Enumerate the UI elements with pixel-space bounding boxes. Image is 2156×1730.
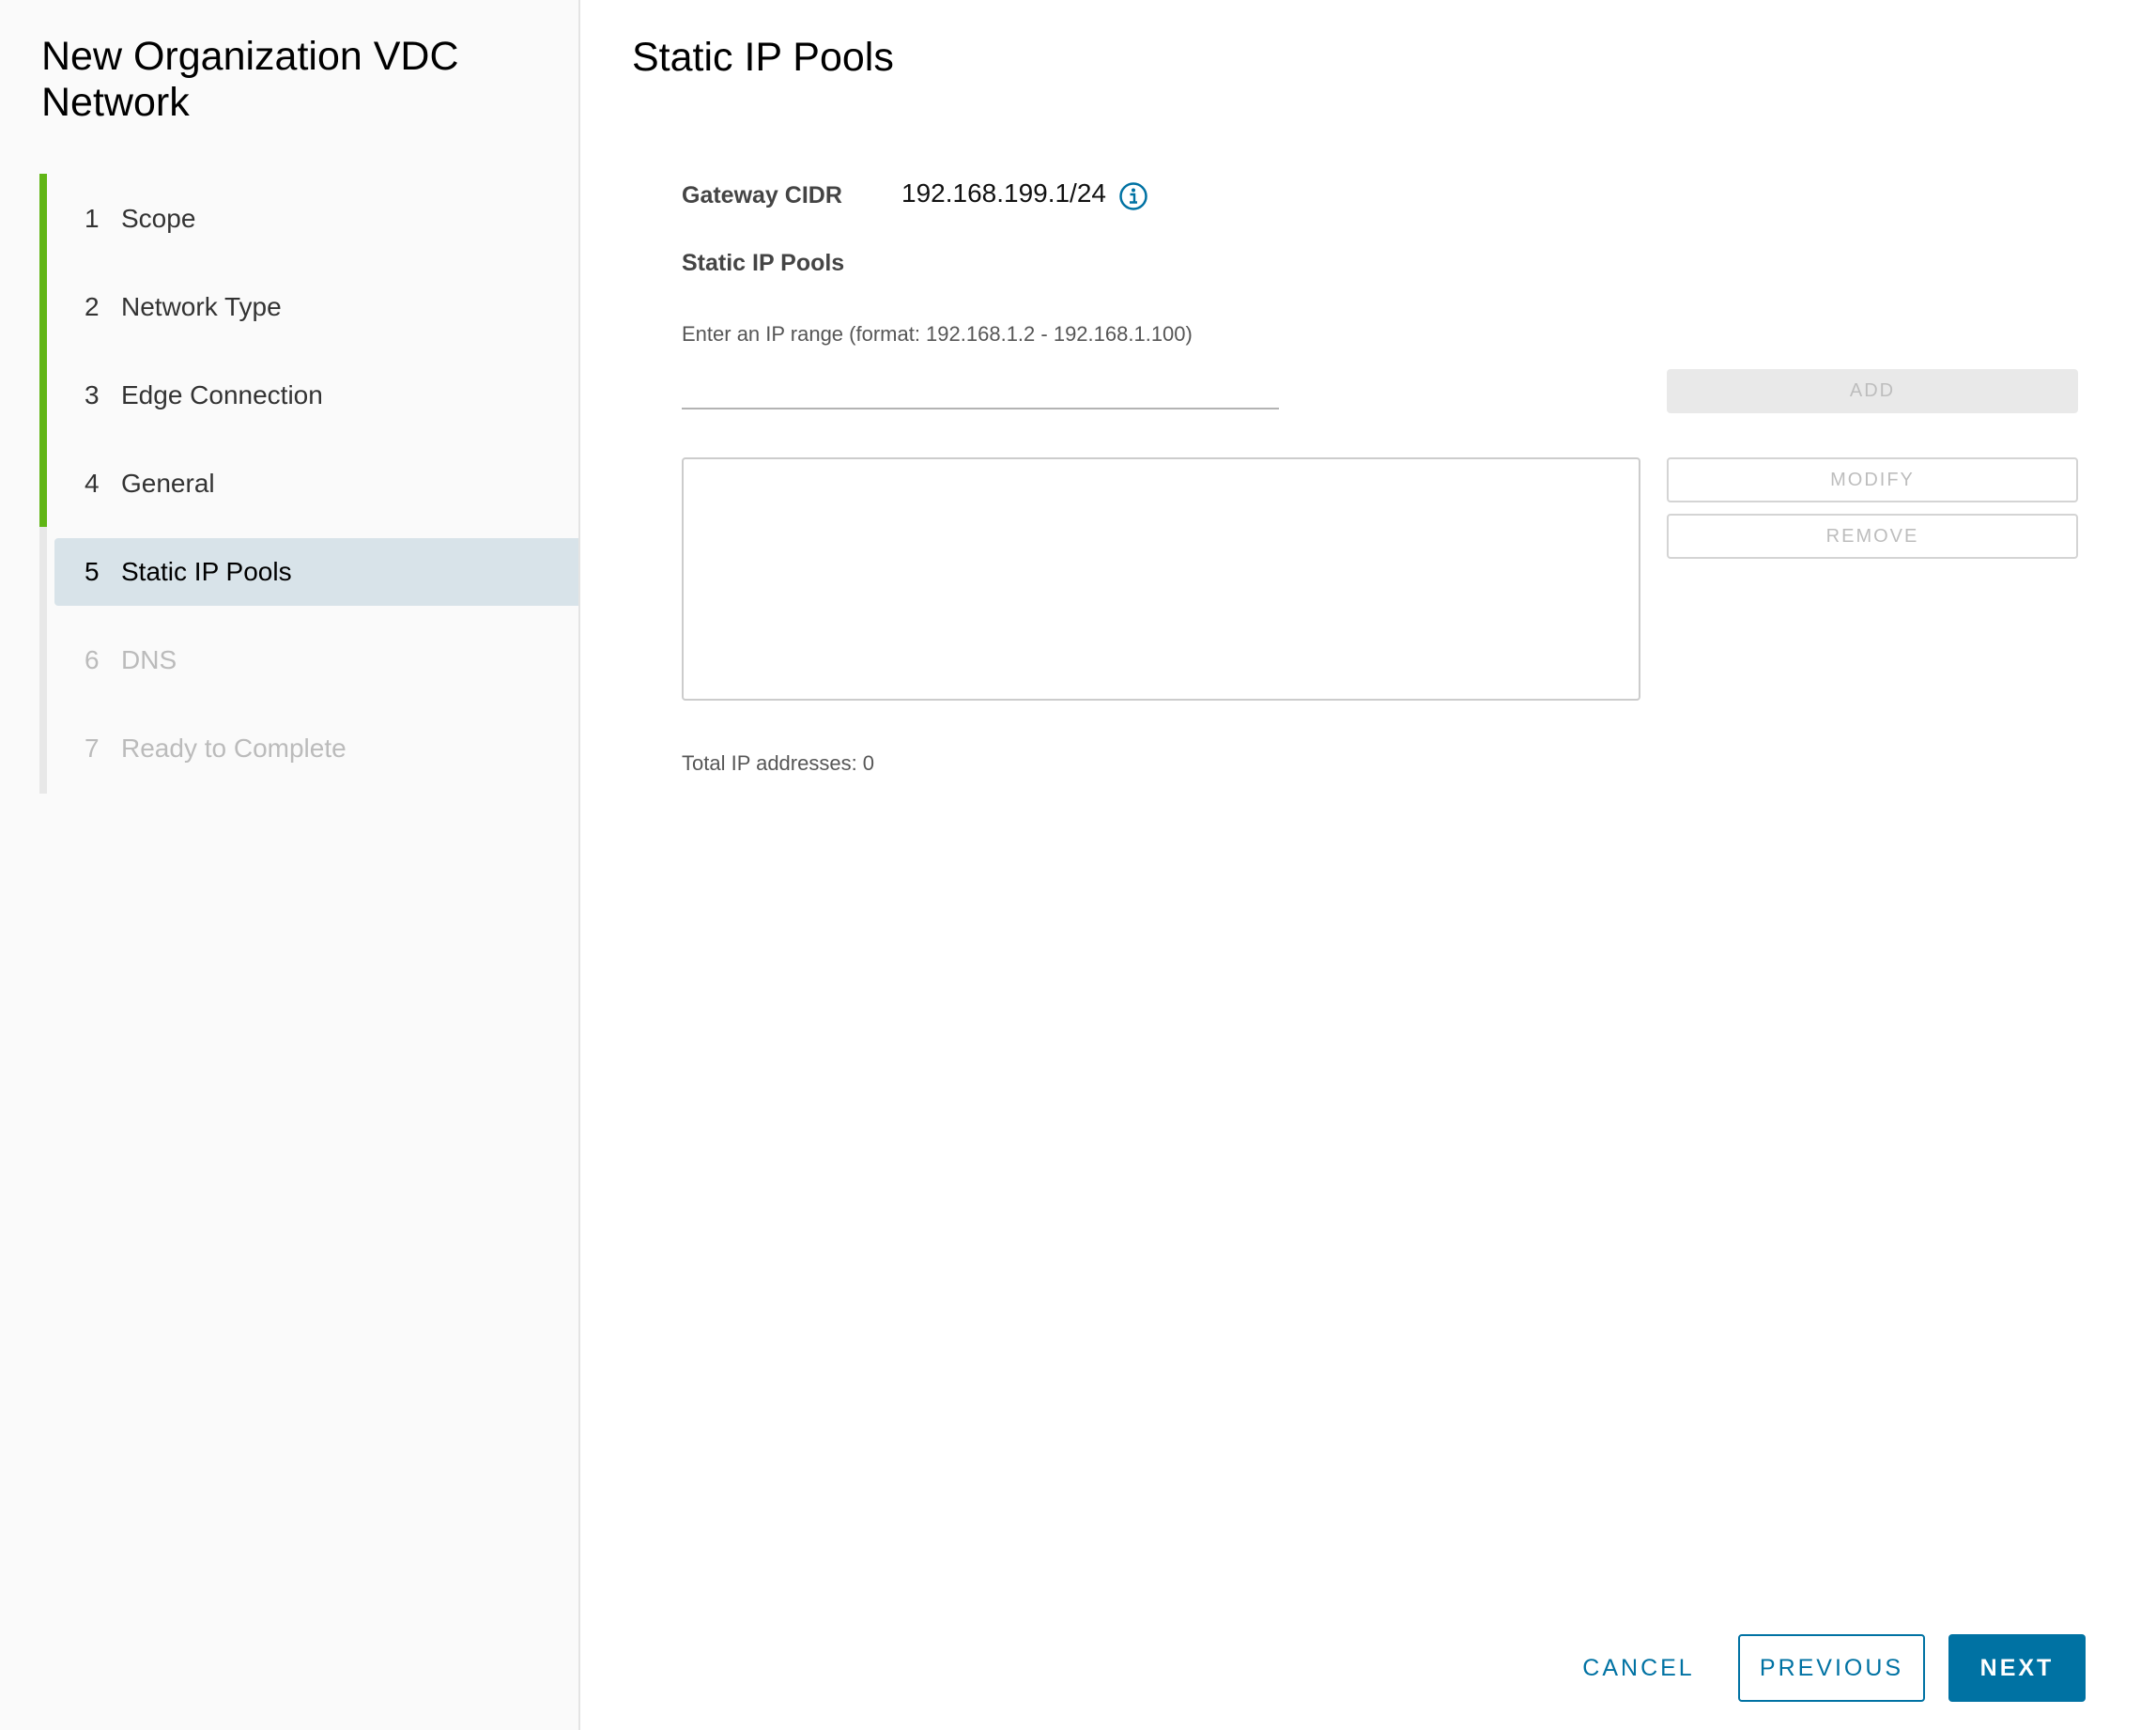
step-number: 6 (85, 645, 100, 674)
gateway-cidr-label: Gateway CIDR (682, 182, 842, 209)
step-number: 7 (85, 734, 100, 763)
step-label: Scope (121, 204, 196, 233)
wizard-sidebar: New Organization VDC Network 1 Scope 2 N… (0, 0, 580, 1730)
total-ip-addresses: Total IP addresses: 0 (682, 751, 875, 775)
previous-button[interactable]: PREVIOUS (1738, 1634, 1925, 1702)
ip-range-hint: Enter an IP range (format: 192.168.1.2 -… (682, 322, 1193, 346)
step-label: Static IP Pools (121, 557, 292, 586)
step-progress-completed (39, 174, 47, 527)
step-number: 1 (85, 204, 100, 233)
ip-pool-list[interactable] (682, 457, 1640, 701)
modify-button[interactable]: MODIFY (1667, 457, 2078, 502)
step-label: Edge Connection (121, 380, 323, 409)
step-ready-to-complete: 7 Ready to Complete (54, 715, 578, 782)
step-edge-connection[interactable]: 3 Edge Connection (54, 362, 578, 429)
step-dns: 6 DNS (54, 626, 578, 694)
ip-range-input[interactable] (682, 376, 1279, 409)
step-general[interactable]: 4 General (54, 450, 578, 517)
gateway-cidr-value: 192.168.199.1/24 (901, 178, 1106, 208)
info-circle-icon[interactable] (1118, 181, 1148, 211)
page-title: Static IP Pools (632, 35, 894, 80)
add-button[interactable]: ADD (1667, 369, 2078, 413)
step-static-ip-pools[interactable]: 5 Static IP Pools (54, 538, 578, 606)
step-scope[interactable]: 1 Scope (54, 185, 578, 253)
step-number: 4 (85, 469, 100, 498)
step-network-type[interactable]: 2 Network Type (54, 273, 578, 341)
static-ip-pools-label: Static IP Pools (682, 250, 845, 276)
step-label: Ready to Complete (121, 734, 346, 763)
step-number: 3 (85, 380, 100, 409)
cancel-button[interactable]: CANCEL (1573, 1634, 1704, 1702)
next-button[interactable]: NEXT (1948, 1634, 2086, 1702)
step-label: DNS (121, 645, 177, 674)
step-label: General (121, 469, 215, 498)
step-label: Network Type (121, 292, 282, 321)
wizard-title: New Organization VDC Network (41, 34, 459, 125)
step-number: 5 (85, 557, 100, 586)
step-number: 2 (85, 292, 100, 321)
remove-button[interactable]: REMOVE (1667, 514, 2078, 559)
